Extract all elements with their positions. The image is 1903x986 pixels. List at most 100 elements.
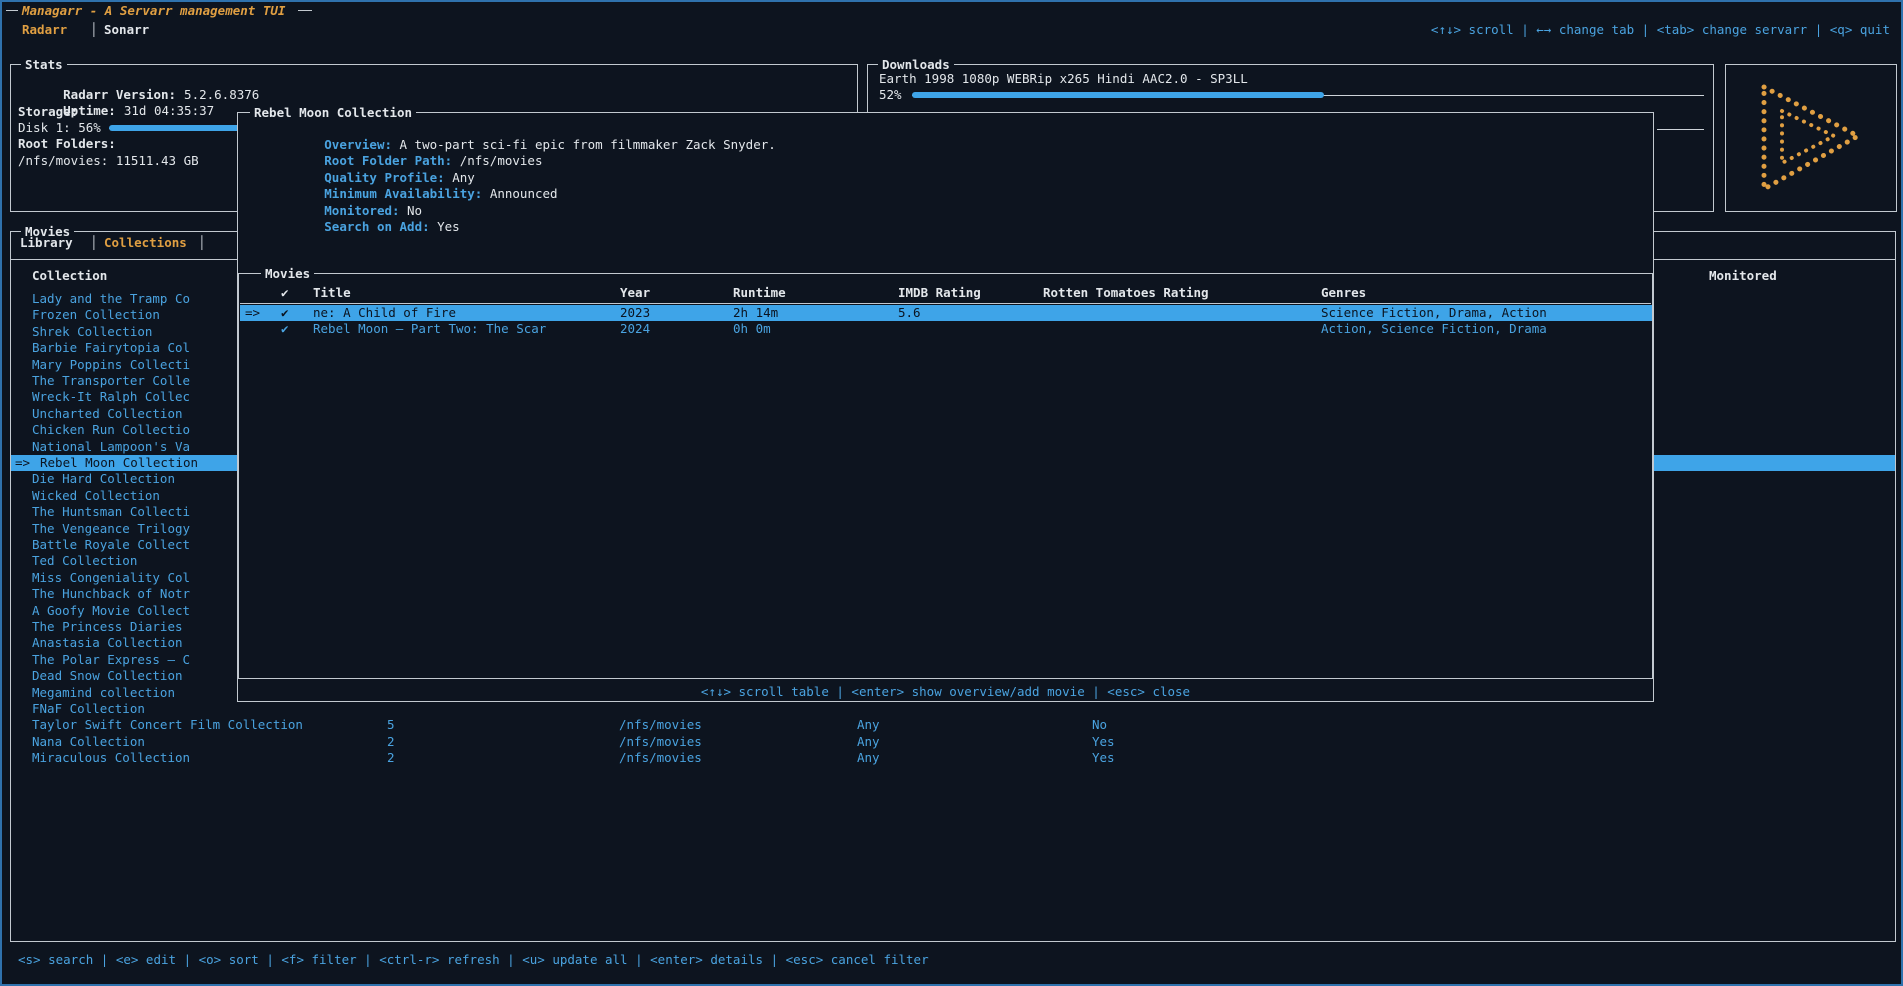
download-percent: 52%: [879, 87, 902, 103]
collection-name: Frozen Collection: [32, 307, 160, 323]
tab-separator: │: [90, 235, 98, 251]
modal-movies-table: Movies ✔ Title Year Runtime IMDB Rating …: [238, 273, 1653, 679]
modal-movies-title: Movies: [261, 266, 314, 282]
movie-runtime: 2h 14m: [733, 305, 778, 321]
modal-movies-rows: => ✔ ne: A Child of Fire 2023 2h 14m 5.6…: [240, 305, 1652, 339]
collection-name: Dead Snow Collection: [32, 668, 183, 684]
collection-name: The Princess Diaries: [32, 619, 183, 635]
column-header-imdb-rating: IMDB Rating: [898, 285, 981, 301]
movie-title: ne: A Child of Fire: [313, 305, 456, 321]
collection-quality-profile: Any: [857, 750, 880, 766]
selection-prefix: =>: [15, 455, 30, 471]
collection-row[interactable]: Nana Collection 2 /nfs/movies Any Yes: [11, 734, 1895, 750]
collection-name: National Lampoon's Va: [32, 439, 190, 455]
collection-name: Shrek Collection: [32, 324, 152, 340]
column-header-monitored: Monitored: [1709, 268, 1777, 284]
gauge-fill: [912, 92, 1324, 98]
field-label: Search on Add:: [324, 219, 429, 234]
collection-root-folder: /nfs/movies: [619, 750, 702, 766]
collection-name: The Hunchback of Notr: [32, 586, 190, 602]
collection-name: Wicked Collection: [32, 488, 160, 504]
selection-prefix: =>: [245, 305, 260, 321]
collection-search-on-add: Yes: [1092, 734, 1115, 750]
collection-fields: Overview:A two-part sci-fi epic from fil…: [249, 121, 1629, 221]
download-gauge: [912, 87, 1704, 103]
modal-title: Rebel Moon Collection: [250, 105, 416, 121]
column-header-monitored-check: ✔: [281, 285, 289, 301]
collection-name: Mary Poppins Collecti: [32, 357, 190, 373]
movie-title: Rebel Moon – Part Two: The Scar: [313, 321, 546, 337]
collection-name: Rebel Moon Collection: [40, 455, 198, 471]
logo-panel: [1725, 64, 1897, 212]
title-rule-left: [6, 10, 18, 11]
monitored-check-icon: ✔: [281, 305, 289, 321]
collection-name: FNaF Collection: [32, 701, 145, 717]
monitored-check-icon: ✔: [281, 321, 289, 337]
collection-name: The Polar Express – C: [32, 652, 190, 668]
top-keybinds: <↑↓> scroll | ←→ change tab | <tab> chan…: [1431, 22, 1890, 38]
collection-name: Anastasia Collection: [32, 635, 183, 651]
collection-name: The Huntsman Collecti: [32, 504, 190, 520]
collection-number-of-movies: 2: [387, 750, 395, 766]
movie-row[interactable]: ✔ Rebel Moon – Part Two: The Scar 2024 0…: [240, 321, 1652, 337]
footer-keybinds: <s> search | <e> edit | <o> sort | <f> f…: [18, 952, 929, 968]
collection-root-folder: /nfs/movies: [619, 734, 702, 750]
column-header-title: Title: [313, 285, 351, 301]
movie-runtime: 0h 0m: [733, 321, 771, 337]
download-name: Earth 1998 1080p WEBRip x265 Hindi AAC2.…: [879, 71, 1248, 87]
column-header-year: Year: [620, 285, 650, 301]
collection-row[interactable]: Miraculous Collection 2 /nfs/movies Any …: [11, 750, 1895, 766]
collection-quality-profile: Any: [857, 734, 880, 750]
collection-row[interactable]: FNaF Collection: [11, 701, 1895, 717]
app-title: Managarr - A Servarr management TUI: [22, 3, 285, 19]
collection-name: Taylor Swift Concert Film Collection: [32, 717, 303, 733]
movie-genres: Action, Science Fiction, Drama: [1321, 321, 1547, 337]
collection-name: The Vengeance Trilogy: [32, 521, 190, 537]
root-folder-usage: /nfs/movies: 11511.43 GB: [18, 153, 199, 169]
movie-row[interactable]: => ✔ ne: A Child of Fire 2023 2h 14m 5.6…: [240, 305, 1652, 321]
tab-library[interactable]: Library: [20, 235, 73, 251]
collection-name: Die Hard Collection: [32, 471, 175, 487]
tab-separator: │: [90, 22, 98, 38]
tab-separator: │: [198, 235, 206, 251]
collection-row[interactable]: Taylor Swift Concert Film Collection 5 /…: [11, 717, 1895, 733]
collection-name: Chicken Run Collectio: [32, 422, 190, 438]
header-underline: [240, 303, 1651, 304]
column-header-collection: Collection: [32, 268, 107, 284]
partial-gauge-track: [1657, 129, 1704, 130]
movie-imdb-rating: 5.6: [898, 305, 921, 321]
collection-name: Megamind collection: [32, 685, 175, 701]
servarr-tab-sonarr[interactable]: Sonarr: [104, 22, 149, 38]
collection-number-of-movies: 2: [387, 734, 395, 750]
field-value: Yes: [437, 219, 460, 234]
column-header-runtime: Runtime: [733, 285, 786, 301]
collection-name: A Goofy Movie Collect: [32, 603, 190, 619]
detail-field: Search on Add: Yes: [249, 203, 460, 251]
modal-keybinds: <↑↓> scroll table | <enter> show overvie…: [238, 684, 1653, 700]
column-header-genres: Genres: [1321, 285, 1366, 301]
uptime-value: 31d 04:35:37: [124, 103, 214, 118]
storage-label: Storage:: [18, 104, 78, 120]
field-value: Announced: [490, 186, 558, 201]
column-header-rotten-tomatoes: Rotten Tomatoes Rating: [1043, 285, 1209, 301]
managarr-screen: Managarr - A Servarr management TUI Rada…: [0, 0, 1903, 986]
movie-year: 2024: [620, 321, 650, 337]
collection-quality-profile: Any: [857, 717, 880, 733]
collection-root-folder: /nfs/movies: [619, 717, 702, 733]
movie-genres: Science Fiction, Drama, Action: [1321, 305, 1547, 321]
root-folders-label: Root Folders:: [18, 136, 116, 152]
title-rule-right: [298, 10, 312, 11]
collection-name: Nana Collection: [32, 734, 145, 750]
collection-details-modal: Rebel Moon Collection Overview:A two-par…: [237, 112, 1654, 702]
servarr-tab-radarr[interactable]: Radarr: [22, 22, 67, 38]
collection-name: Lady and the Tramp Co: [32, 291, 190, 307]
movie-year: 2023: [620, 305, 650, 321]
collection-search-on-add: No: [1092, 717, 1107, 733]
disk-usage-label: Disk 1: 56%: [18, 120, 101, 136]
collection-number-of-movies: 5: [387, 717, 395, 733]
collection-name: Battle Royale Collect: [32, 537, 190, 553]
collection-name: Wreck-It Ralph Collec: [32, 389, 190, 405]
tab-collections[interactable]: Collections: [104, 235, 187, 251]
collection-name: Ted Collection: [32, 553, 137, 569]
collection-search-on-add: Yes: [1092, 750, 1115, 766]
